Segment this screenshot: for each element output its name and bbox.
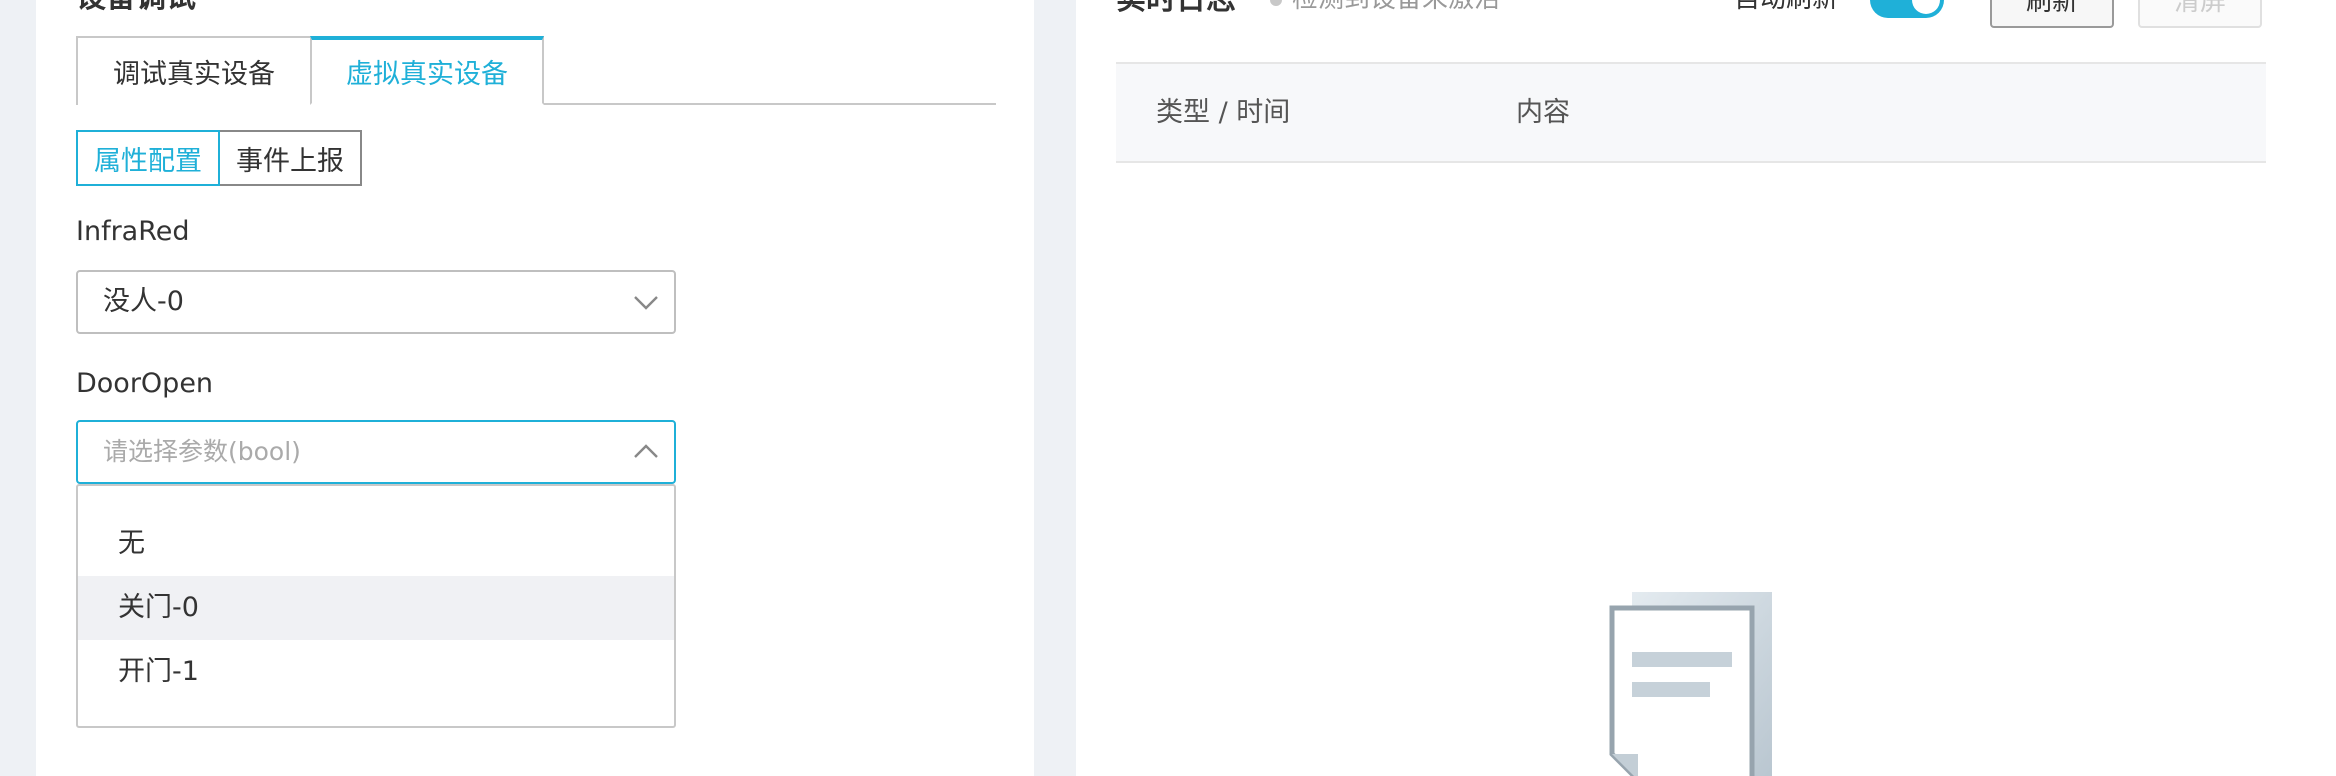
door-open-label: DoorOpen — [76, 368, 214, 399]
auto-refresh-label: 自动刷新 — [1734, 0, 1838, 15]
log-table-header: 类型 / 时间 内容 — [1116, 62, 2266, 163]
toggle-knob — [1912, 0, 1940, 14]
column-type-time: 类型 / 时间 — [1156, 97, 1291, 128]
clear-button[interactable]: 清屏 — [2138, 0, 2262, 28]
auto-refresh-toggle[interactable] — [1870, 0, 1944, 18]
infrared-select[interactable]: 没人-0 — [76, 270, 676, 334]
device-status-text: 检测到设备未激活 — [1292, 0, 1500, 15]
option-door-closed[interactable]: 关门-0 — [78, 576, 674, 640]
empty-document-icon — [1609, 592, 1772, 776]
option-door-open[interactable]: 开门-1 — [78, 640, 674, 704]
chevron-down-icon — [634, 296, 658, 310]
segment-attribute-config[interactable]: 属性配置 — [76, 130, 220, 186]
infrared-selected-value: 没人-0 — [103, 286, 184, 317]
tab-debug-real-device[interactable]: 调试真实设备 — [76, 36, 310, 105]
door-open-placeholder: 请选择参数(bool) — [103, 437, 301, 466]
status-dot-icon — [1270, 0, 1282, 6]
device-tabs: 调试真实设备 虚拟真实设备 — [76, 36, 996, 105]
panel-heading: 设备调试 — [76, 0, 196, 16]
virtual-device-panel: 设备调试 调试真实设备 虚拟真实设备 属性配置 事件上报 InfraRed 没人… — [36, 0, 1034, 776]
mode-segmented-control: 属性配置 事件上报 — [76, 130, 362, 186]
door-open-dropdown: 无 关门-0 开门-1 — [76, 484, 676, 728]
tab-virtual-real-device[interactable]: 虚拟真实设备 — [310, 36, 544, 105]
chevron-up-icon — [634, 444, 658, 458]
realtime-log-panel: 实时日志 检测到设备未激活 自动刷新 刷新 清屏 类型 / 时间 内容 — [1076, 0, 2336, 776]
log-title: 实时日志 — [1116, 0, 1236, 18]
segment-event-report[interactable]: 事件上报 — [220, 130, 362, 186]
door-open-select[interactable]: 请选择参数(bool) — [76, 420, 676, 484]
refresh-button[interactable]: 刷新 — [1990, 0, 2114, 28]
infrared-label: InfraRed — [76, 216, 190, 247]
column-content: 内容 — [1516, 97, 1570, 128]
option-none[interactable]: 无 — [78, 512, 674, 576]
